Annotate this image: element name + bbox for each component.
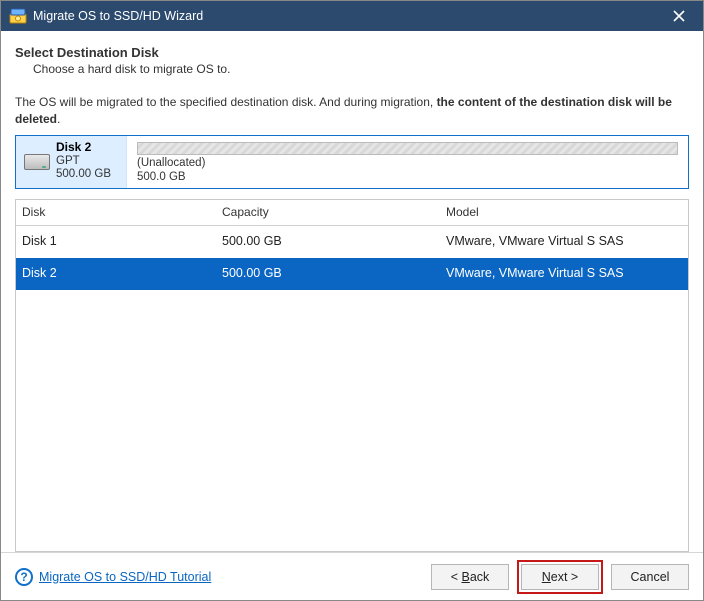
close-button[interactable] xyxy=(659,1,699,31)
cell-model: VMware, VMware Virtual S SAS xyxy=(446,266,682,280)
allocation-size: 500.0 GB xyxy=(137,171,678,184)
table-header: Disk Capacity Model xyxy=(16,200,688,226)
warning-prefix: The OS will be migrated to the specified… xyxy=(15,95,437,109)
selected-disk-scheme: GPT xyxy=(56,155,111,169)
disk-table: Disk Capacity Model Disk 1 500.00 GB VMw… xyxy=(15,199,689,552)
help-icon[interactable]: ? xyxy=(15,568,33,586)
table-row[interactable]: Disk 1 500.00 GB VMware, VMware Virtual … xyxy=(16,226,688,258)
page-subheading: Choose a hard disk to migrate OS to. xyxy=(33,62,689,76)
selected-disk-card: Disk 2 GPT 500.00 GB (Unallocated) 500.0… xyxy=(15,135,689,189)
page-heading: Select Destination Disk xyxy=(15,45,689,60)
drive-icon xyxy=(24,154,50,170)
selected-disk-allocation: (Unallocated) 500.0 GB xyxy=(126,136,688,188)
warning-suffix: . xyxy=(57,112,60,126)
cell-capacity: 500.00 GB xyxy=(222,234,446,248)
selected-disk-size: 500.00 GB xyxy=(56,168,111,182)
cell-disk: Disk 2 xyxy=(22,266,222,280)
titlebar: Migrate OS to SSD/HD Wizard xyxy=(1,1,703,31)
selected-disk-name: Disk 2 xyxy=(56,141,111,154)
allocation-bar xyxy=(137,142,678,156)
selected-disk-summary: Disk 2 GPT 500.00 GB xyxy=(16,136,126,188)
next-button-highlight: Next > xyxy=(517,560,603,594)
cell-disk: Disk 1 xyxy=(22,234,222,248)
cell-model: VMware, VMware Virtual S SAS xyxy=(446,234,682,248)
app-icon xyxy=(9,7,27,25)
footer: ? Migrate OS to SSD/HD Tutorial < Back N… xyxy=(1,552,703,600)
col-capacity: Capacity xyxy=(222,205,446,219)
col-disk: Disk xyxy=(22,205,222,219)
tutorial-link[interactable]: Migrate OS to SSD/HD Tutorial xyxy=(39,570,211,584)
help-section: ? Migrate OS to SSD/HD Tutorial xyxy=(15,568,211,586)
allocation-label: (Unallocated) xyxy=(137,157,678,170)
warning-text: The OS will be migrated to the specified… xyxy=(15,94,689,129)
window-title: Migrate OS to SSD/HD Wizard xyxy=(33,9,659,23)
back-button[interactable]: < Back xyxy=(431,564,509,590)
next-button[interactable]: Next > xyxy=(521,564,599,590)
table-row[interactable]: Disk 2 500.00 GB VMware, VMware Virtual … xyxy=(16,258,688,290)
content-area: Select Destination Disk Choose a hard di… xyxy=(1,31,703,552)
cell-capacity: 500.00 GB xyxy=(222,266,446,280)
cancel-button[interactable]: Cancel xyxy=(611,564,689,590)
col-model: Model xyxy=(446,205,682,219)
